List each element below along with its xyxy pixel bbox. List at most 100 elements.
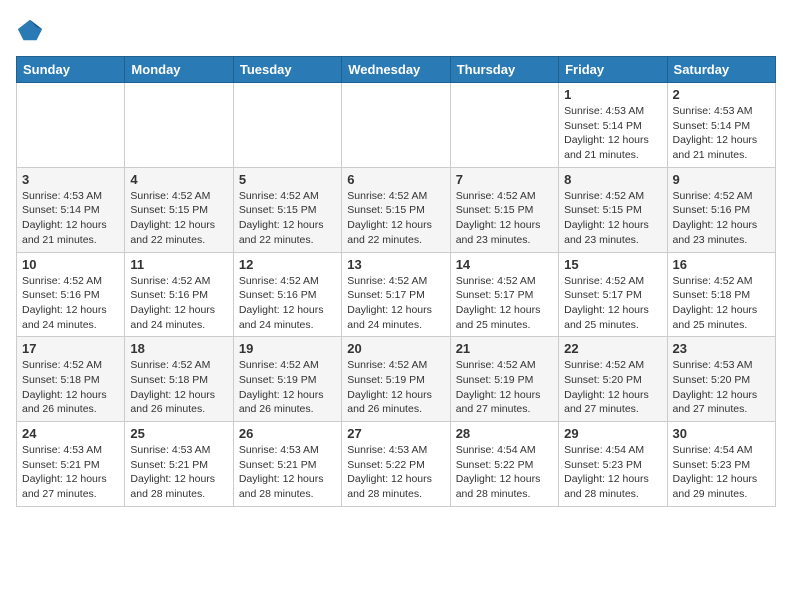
logo-icon [16, 16, 44, 44]
day-number: 2 [673, 87, 770, 102]
day-number: 28 [456, 426, 553, 441]
day-number: 24 [22, 426, 119, 441]
weekday-header-wednesday: Wednesday [342, 57, 450, 83]
day-info: Sunrise: 4:53 AM Sunset: 5:20 PM Dayligh… [673, 358, 770, 417]
day-number: 7 [456, 172, 553, 187]
day-number: 21 [456, 341, 553, 356]
calendar-week-5: 24 Sunrise: 4:53 AM Sunset: 5:21 PM Dayli… [17, 422, 776, 507]
calendar-week-4: 17Sunrise: 4:52 AM Sunset: 5:18 PM Dayli… [17, 337, 776, 422]
day-info: Sunrise: 4:52 AM Sunset: 5:20 PM Dayligh… [564, 358, 661, 417]
day-info: Sunrise: 4:53 AM Sunset: 5:22 PM Dayligh… [347, 443, 444, 502]
day-info: Sunrise: 4:52 AM Sunset: 5:17 PM Dayligh… [564, 274, 661, 333]
day-number: 11 [130, 257, 227, 272]
day-info: Sunrise: 4:53 AM Sunset: 5:14 PM Dayligh… [564, 104, 661, 163]
day-info: Sunrise: 4:52 AM Sunset: 5:17 PM Dayligh… [456, 274, 553, 333]
day-info: Sunrise: 4:52 AM Sunset: 5:16 PM Dayligh… [239, 274, 336, 333]
day-number: 16 [673, 257, 770, 272]
calendar-day: 10Sunrise: 4:52 AM Sunset: 5:16 PM Dayli… [17, 252, 125, 337]
weekday-header-tuesday: Tuesday [233, 57, 341, 83]
day-number: 23 [673, 341, 770, 356]
day-number: 8 [564, 172, 661, 187]
logo [16, 16, 46, 44]
day-number: 13 [347, 257, 444, 272]
day-info: Sunrise: 4:52 AM Sunset: 5:16 PM Dayligh… [130, 274, 227, 333]
calendar-day: 26Sunrise: 4:53 AM Sunset: 5:21 PM Dayli… [233, 422, 341, 507]
weekday-header-sunday: Sunday [17, 57, 125, 83]
calendar-day: 7 Sunrise: 4:52 AM Sunset: 5:15 PM Daylig… [450, 167, 558, 252]
day-number: 1 [564, 87, 661, 102]
calendar-day [450, 83, 558, 168]
day-number: 9 [673, 172, 770, 187]
day-info: Sunrise: 4:54 AM Sunset: 5:23 PM Dayligh… [564, 443, 661, 502]
calendar-day: 14 Sunrise: 4:52 AM Sunset: 5:17 PM Dayli… [450, 252, 558, 337]
day-info: Sunrise: 4:52 AM Sunset: 5:19 PM Dayligh… [347, 358, 444, 417]
calendar-day: 18Sunrise: 4:52 AM Sunset: 5:18 PM Dayli… [125, 337, 233, 422]
day-number: 18 [130, 341, 227, 356]
calendar-day: 17Sunrise: 4:52 AM Sunset: 5:18 PM Dayli… [17, 337, 125, 422]
calendar-day: 25 Sunrise: 4:53 AM Sunset: 5:21 PM Dayli… [125, 422, 233, 507]
day-info: Sunrise: 4:52 AM Sunset: 5:18 PM Dayligh… [673, 274, 770, 333]
day-number: 12 [239, 257, 336, 272]
day-info: Sunrise: 4:53 AM Sunset: 5:14 PM Dayligh… [673, 104, 770, 163]
calendar-day: 15Sunrise: 4:52 AM Sunset: 5:17 PM Dayli… [559, 252, 667, 337]
calendar-day: 21 Sunrise: 4:52 AM Sunset: 5:19 PM Dayli… [450, 337, 558, 422]
calendar-day: 22 Sunrise: 4:52 AM Sunset: 5:20 PM Dayli… [559, 337, 667, 422]
calendar-day [342, 83, 450, 168]
weekday-header-thursday: Thursday [450, 57, 558, 83]
day-number: 29 [564, 426, 661, 441]
calendar-day: 24 Sunrise: 4:53 AM Sunset: 5:21 PM Dayli… [17, 422, 125, 507]
calendar-week-1: 1 Sunrise: 4:53 AM Sunset: 5:14 PM Daylig… [17, 83, 776, 168]
day-info: Sunrise: 4:52 AM Sunset: 5:18 PM Dayligh… [22, 358, 119, 417]
calendar-day: 19 Sunrise: 4:52 AM Sunset: 5:19 PM Dayli… [233, 337, 341, 422]
page-header [16, 16, 776, 44]
calendar-day: 30 Sunrise: 4:54 AM Sunset: 5:23 PM Dayli… [667, 422, 775, 507]
calendar-day: 28 Sunrise: 4:54 AM Sunset: 5:22 PM Dayli… [450, 422, 558, 507]
calendar-day: 29 Sunrise: 4:54 AM Sunset: 5:23 PM Dayli… [559, 422, 667, 507]
day-number: 22 [564, 341, 661, 356]
day-number: 6 [347, 172, 444, 187]
calendar-day: 13 Sunrise: 4:52 AM Sunset: 5:17 PM Dayli… [342, 252, 450, 337]
day-info: Sunrise: 4:52 AM Sunset: 5:19 PM Dayligh… [456, 358, 553, 417]
day-number: 25 [130, 426, 227, 441]
calendar-day: 27 Sunrise: 4:53 AM Sunset: 5:22 PM Dayli… [342, 422, 450, 507]
day-info: Sunrise: 4:54 AM Sunset: 5:22 PM Dayligh… [456, 443, 553, 502]
day-number: 20 [347, 341, 444, 356]
day-number: 30 [673, 426, 770, 441]
day-info: Sunrise: 4:52 AM Sunset: 5:15 PM Dayligh… [239, 189, 336, 248]
day-info: Sunrise: 4:53 AM Sunset: 5:14 PM Dayligh… [22, 189, 119, 248]
weekday-header-monday: Monday [125, 57, 233, 83]
calendar-day: 3 Sunrise: 4:53 AM Sunset: 5:14 PM Daylig… [17, 167, 125, 252]
day-number: 10 [22, 257, 119, 272]
calendar-day: 5 Sunrise: 4:52 AM Sunset: 5:15 PM Daylig… [233, 167, 341, 252]
day-number: 3 [22, 172, 119, 187]
day-info: Sunrise: 4:52 AM Sunset: 5:15 PM Dayligh… [564, 189, 661, 248]
calendar-day [233, 83, 341, 168]
day-info: Sunrise: 4:53 AM Sunset: 5:21 PM Dayligh… [130, 443, 227, 502]
weekday-header-friday: Friday [559, 57, 667, 83]
calendar-day [125, 83, 233, 168]
day-number: 19 [239, 341, 336, 356]
calendar-day: 2 Sunrise: 4:53 AM Sunset: 5:14 PM Daylig… [667, 83, 775, 168]
calendar-day: 6 Sunrise: 4:52 AM Sunset: 5:15 PM Daylig… [342, 167, 450, 252]
day-info: Sunrise: 4:52 AM Sunset: 5:15 PM Dayligh… [130, 189, 227, 248]
calendar-day: 1 Sunrise: 4:53 AM Sunset: 5:14 PM Daylig… [559, 83, 667, 168]
calendar-week-2: 3 Sunrise: 4:53 AM Sunset: 5:14 PM Daylig… [17, 167, 776, 252]
day-number: 27 [347, 426, 444, 441]
day-info: Sunrise: 4:52 AM Sunset: 5:15 PM Dayligh… [347, 189, 444, 248]
calendar-day: 9 Sunrise: 4:52 AM Sunset: 5:16 PM Daylig… [667, 167, 775, 252]
calendar-day: 16 Sunrise: 4:52 AM Sunset: 5:18 PM Dayli… [667, 252, 775, 337]
day-info: Sunrise: 4:53 AM Sunset: 5:21 PM Dayligh… [22, 443, 119, 502]
day-info: Sunrise: 4:52 AM Sunset: 5:19 PM Dayligh… [239, 358, 336, 417]
calendar-day: 4Sunrise: 4:52 AM Sunset: 5:15 PM Daylig… [125, 167, 233, 252]
day-info: Sunrise: 4:54 AM Sunset: 5:23 PM Dayligh… [673, 443, 770, 502]
day-info: Sunrise: 4:52 AM Sunset: 5:15 PM Dayligh… [456, 189, 553, 248]
calendar-header-row: SundayMondayTuesdayWednesdayThursdayFrid… [17, 57, 776, 83]
calendar-day: 23 Sunrise: 4:53 AM Sunset: 5:20 PM Dayli… [667, 337, 775, 422]
calendar-week-3: 10 Sunrise: 4:52 AM Sunset: 5:16 PM Dayli… [17, 252, 776, 337]
day-number: 5 [239, 172, 336, 187]
weekday-header-saturday: Saturday [667, 57, 775, 83]
day-number: 14 [456, 257, 553, 272]
day-info: Sunrise: 4:52 AM Sunset: 5:17 PM Dayligh… [347, 274, 444, 333]
day-info: Sunrise: 4:52 AM Sunset: 5:16 PM Dayligh… [673, 189, 770, 248]
calendar-day: 12 Sunrise: 4:52 AM Sunset: 5:16 PM Dayli… [233, 252, 341, 337]
